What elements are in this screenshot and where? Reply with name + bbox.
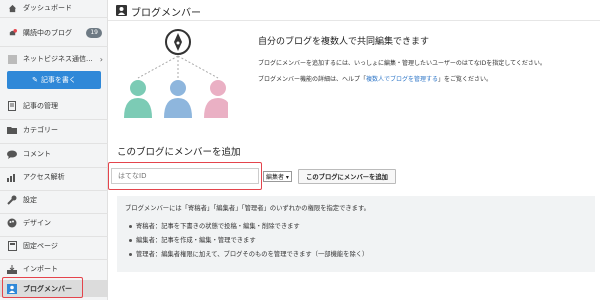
page-title: ブログメンバー	[131, 8, 201, 19]
help-text-prefix: ブログメンバー機能の詳細は、ヘルプ「	[258, 76, 367, 83]
sidebar-item-pages[interactable]: 固定ページ	[0, 239, 108, 253]
role-info-item: 寄稿者：記事を下書きの状態で投稿・編集・削除できます	[129, 221, 300, 230]
home-icon	[7, 3, 17, 13]
blog-selector[interactable]: ネットビジネス通信... ›	[0, 52, 108, 66]
role-info-box: ブログメンバーには「寄稿者」「編集者」「管理者」のいずれかの権限を指定できます。…	[117, 196, 595, 272]
sidebar-item-label: 記事の管理	[23, 102, 58, 110]
role-info-item: 管理者：編集者権限に加えて、ブログそのものを管理できます（一部機能を除く）	[129, 249, 368, 258]
sidebar-reading[interactable]: 購読中のブログ 19	[0, 26, 108, 40]
sidebar-item-label: インポート	[23, 265, 58, 273]
sidebar-item-articles[interactable]: 記事の管理	[0, 99, 108, 113]
person-pink-icon	[210, 80, 226, 96]
role-admin-text: 管理者：編集者権限に加えて、ブログそのものを管理できます（一部機能を除く）	[136, 251, 369, 258]
sidebar-dashboard[interactable]: ダッシュボード	[0, 1, 108, 15]
page-header: ブログメンバー	[116, 4, 201, 19]
main-content: ブログメンバー 自分のブログを複数人で共同編集できます ブログにメンバーを追加す…	[108, 0, 600, 300]
document-icon	[7, 101, 17, 111]
pencil-icon: ✎	[32, 76, 38, 84]
comment-icon	[7, 149, 17, 159]
role-select[interactable]: 編集者 ▾	[263, 171, 292, 182]
hatena-id-input[interactable]	[111, 168, 259, 184]
sidebar-item-analytics[interactable]: アクセス解析	[0, 170, 108, 184]
sidebar-item-comments[interactable]: コメント	[0, 147, 108, 161]
info-title: 自分のブログを複数人で共同編集できます	[258, 37, 430, 47]
sidebar-item-label: デザイン	[23, 219, 51, 227]
palette-icon	[7, 218, 17, 228]
role-editor-text: 編集者：記事を作成・編集・管理できます	[136, 237, 256, 244]
members-icon	[116, 5, 127, 18]
sidebar: ダッシュボード 購読中のブログ 19 ネットビジネス通信... › ✎ 記事を書…	[0, 0, 108, 300]
sidebar-item-label: 固定ページ	[23, 242, 58, 250]
sidebar-item-label: アクセス解析	[23, 173, 65, 181]
reading-count-badge: 19	[86, 28, 102, 38]
write-article-button[interactable]: ✎ 記事を書く	[7, 71, 101, 89]
sidebar-item-label: コメント	[23, 150, 51, 158]
sidebar-reading-label: 購読中のブログ	[23, 29, 72, 37]
write-article-label: 記事を書く	[40, 76, 76, 84]
role-info-intro: ブログメンバーには「寄稿者」「編集者」「管理者」のいずれかの権限を指定できます。	[125, 205, 370, 212]
folder-icon	[7, 125, 17, 135]
sidebar-item-import[interactable]: インポート	[0, 262, 108, 276]
person-green-icon	[130, 80, 146, 96]
sidebar-item-label: カテゴリー	[23, 126, 58, 134]
page-icon	[7, 241, 17, 251]
chevron-right-icon: ›	[99, 54, 103, 64]
info-description: ブログにメンバーを追加するには、いっしょに編集・管理したいユーザーのはてなIDを…	[258, 60, 546, 67]
info-help-text: ブログメンバー機能の詳細は、ヘルプ「複数人でブログを管理する」をご覧ください。	[258, 74, 492, 83]
bell-icon	[7, 28, 17, 38]
sidebar-dashboard-label: ダッシュボード	[23, 4, 72, 12]
add-member-heading: このブログにメンバーを追加	[117, 147, 241, 158]
sidebar-members-highlight	[2, 277, 83, 298]
chart-icon	[7, 172, 17, 182]
wrench-icon	[7, 195, 17, 205]
role-contributor-text: 寄稿者：記事を下書きの状態で投稿・編集・削除できます	[136, 223, 300, 230]
import-icon	[7, 264, 17, 274]
person-blue-icon	[170, 80, 186, 96]
add-member-button[interactable]: このブログにメンバーを追加	[298, 169, 396, 184]
sidebar-item-design[interactable]: デザイン	[0, 216, 108, 230]
blog-name: ネットビジネス通信...	[23, 55, 93, 63]
sidebar-item-label: 設定	[23, 196, 37, 204]
sidebar-item-settings[interactable]: 設定	[0, 193, 108, 207]
role-info-item: 編集者：記事を作成・編集・管理できます	[129, 235, 256, 244]
member-illustration	[124, 29, 228, 118]
sidebar-item-category[interactable]: カテゴリー	[0, 123, 108, 137]
help-link[interactable]: 複数人でブログを管理する	[366, 76, 438, 83]
blog-avatar-icon	[7, 54, 17, 64]
help-text-suffix: 」をご覧ください。	[438, 76, 493, 83]
